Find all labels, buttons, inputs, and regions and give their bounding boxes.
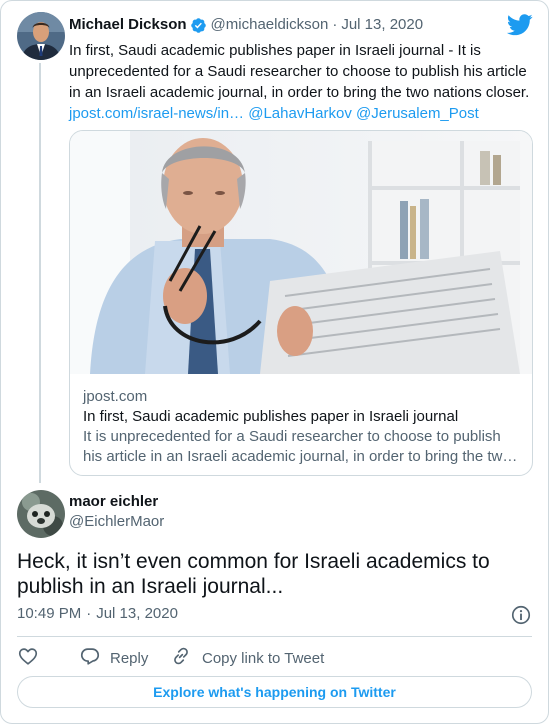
avatar[interactable] <box>17 490 65 538</box>
separator-dot: · <box>332 16 338 33</box>
copy-link-button[interactable]: Copy link to Tweet <box>160 645 324 671</box>
card-title: In first, Saudi academic publishes paper… <box>83 408 459 425</box>
link-preview-card[interactable]: jpost.com In first, Saudi academic publi… <box>69 130 533 476</box>
avatar[interactable] <box>17 12 65 60</box>
like-button[interactable] <box>17 645 39 671</box>
twitter-bird-icon[interactable] <box>506 14 533 36</box>
author-handle[interactable]: @EichlerMaor <box>69 513 164 530</box>
tweet-body-text: In first, Saudi academic publishes paper… <box>69 42 530 101</box>
link-icon <box>170 645 192 671</box>
card-description: It is unprecedented for a Saudi research… <box>83 428 518 465</box>
explore-twitter-button[interactable]: Explore what's happening on Twitter <box>17 676 532 708</box>
article-thumbnail-image <box>70 131 532 374</box>
info-icon[interactable] <box>510 604 532 626</box>
separator-dot: · <box>86 605 92 622</box>
card-domain: jpost.com <box>83 388 148 405</box>
reply-label: Reply <box>110 649 149 667</box>
link-card-text: jpost.com In first, Saudi academic publi… <box>83 387 523 467</box>
tweet-time[interactable]: 10:49 PM <box>17 605 81 622</box>
article-link[interactable]: jpost.com/israel-news/in… <box>69 105 244 122</box>
author-name[interactable]: maor eichler <box>69 493 158 510</box>
tweet-date[interactable]: Jul 13, 2020 <box>341 15 423 35</box>
tweet-date[interactable]: Jul 13, 2020 <box>96 605 178 622</box>
tweet-timestamp[interactable]: 10:49 PM · Jul 13, 2020 <box>17 605 178 622</box>
reply-button[interactable]: Reply <box>70 645 148 671</box>
thread-connector-line <box>39 63 41 483</box>
reply-bubble-icon <box>79 645 101 671</box>
copy-link-label: Copy link to Tweet <box>202 649 325 667</box>
author-name[interactable]: Michael Dickson <box>69 15 187 35</box>
parent-tweet-header: Michael Dickson @michaeldickson · Jul 13… <box>69 15 423 35</box>
parent-tweet-text: In first, Saudi academic publishes paper… <box>69 40 539 124</box>
reply-tweet-text: Heck, it isn’t even common for Israeli a… <box>17 550 490 598</box>
divider <box>17 636 532 637</box>
verified-badge-icon <box>190 17 207 34</box>
mention-jerusalem-post[interactable]: @Jerusalem_Post <box>356 105 479 122</box>
heart-icon <box>17 645 39 671</box>
author-handle[interactable]: @michaeldickson <box>211 15 329 35</box>
mention-lahavharkov[interactable]: @LahavHarkov <box>248 105 352 122</box>
